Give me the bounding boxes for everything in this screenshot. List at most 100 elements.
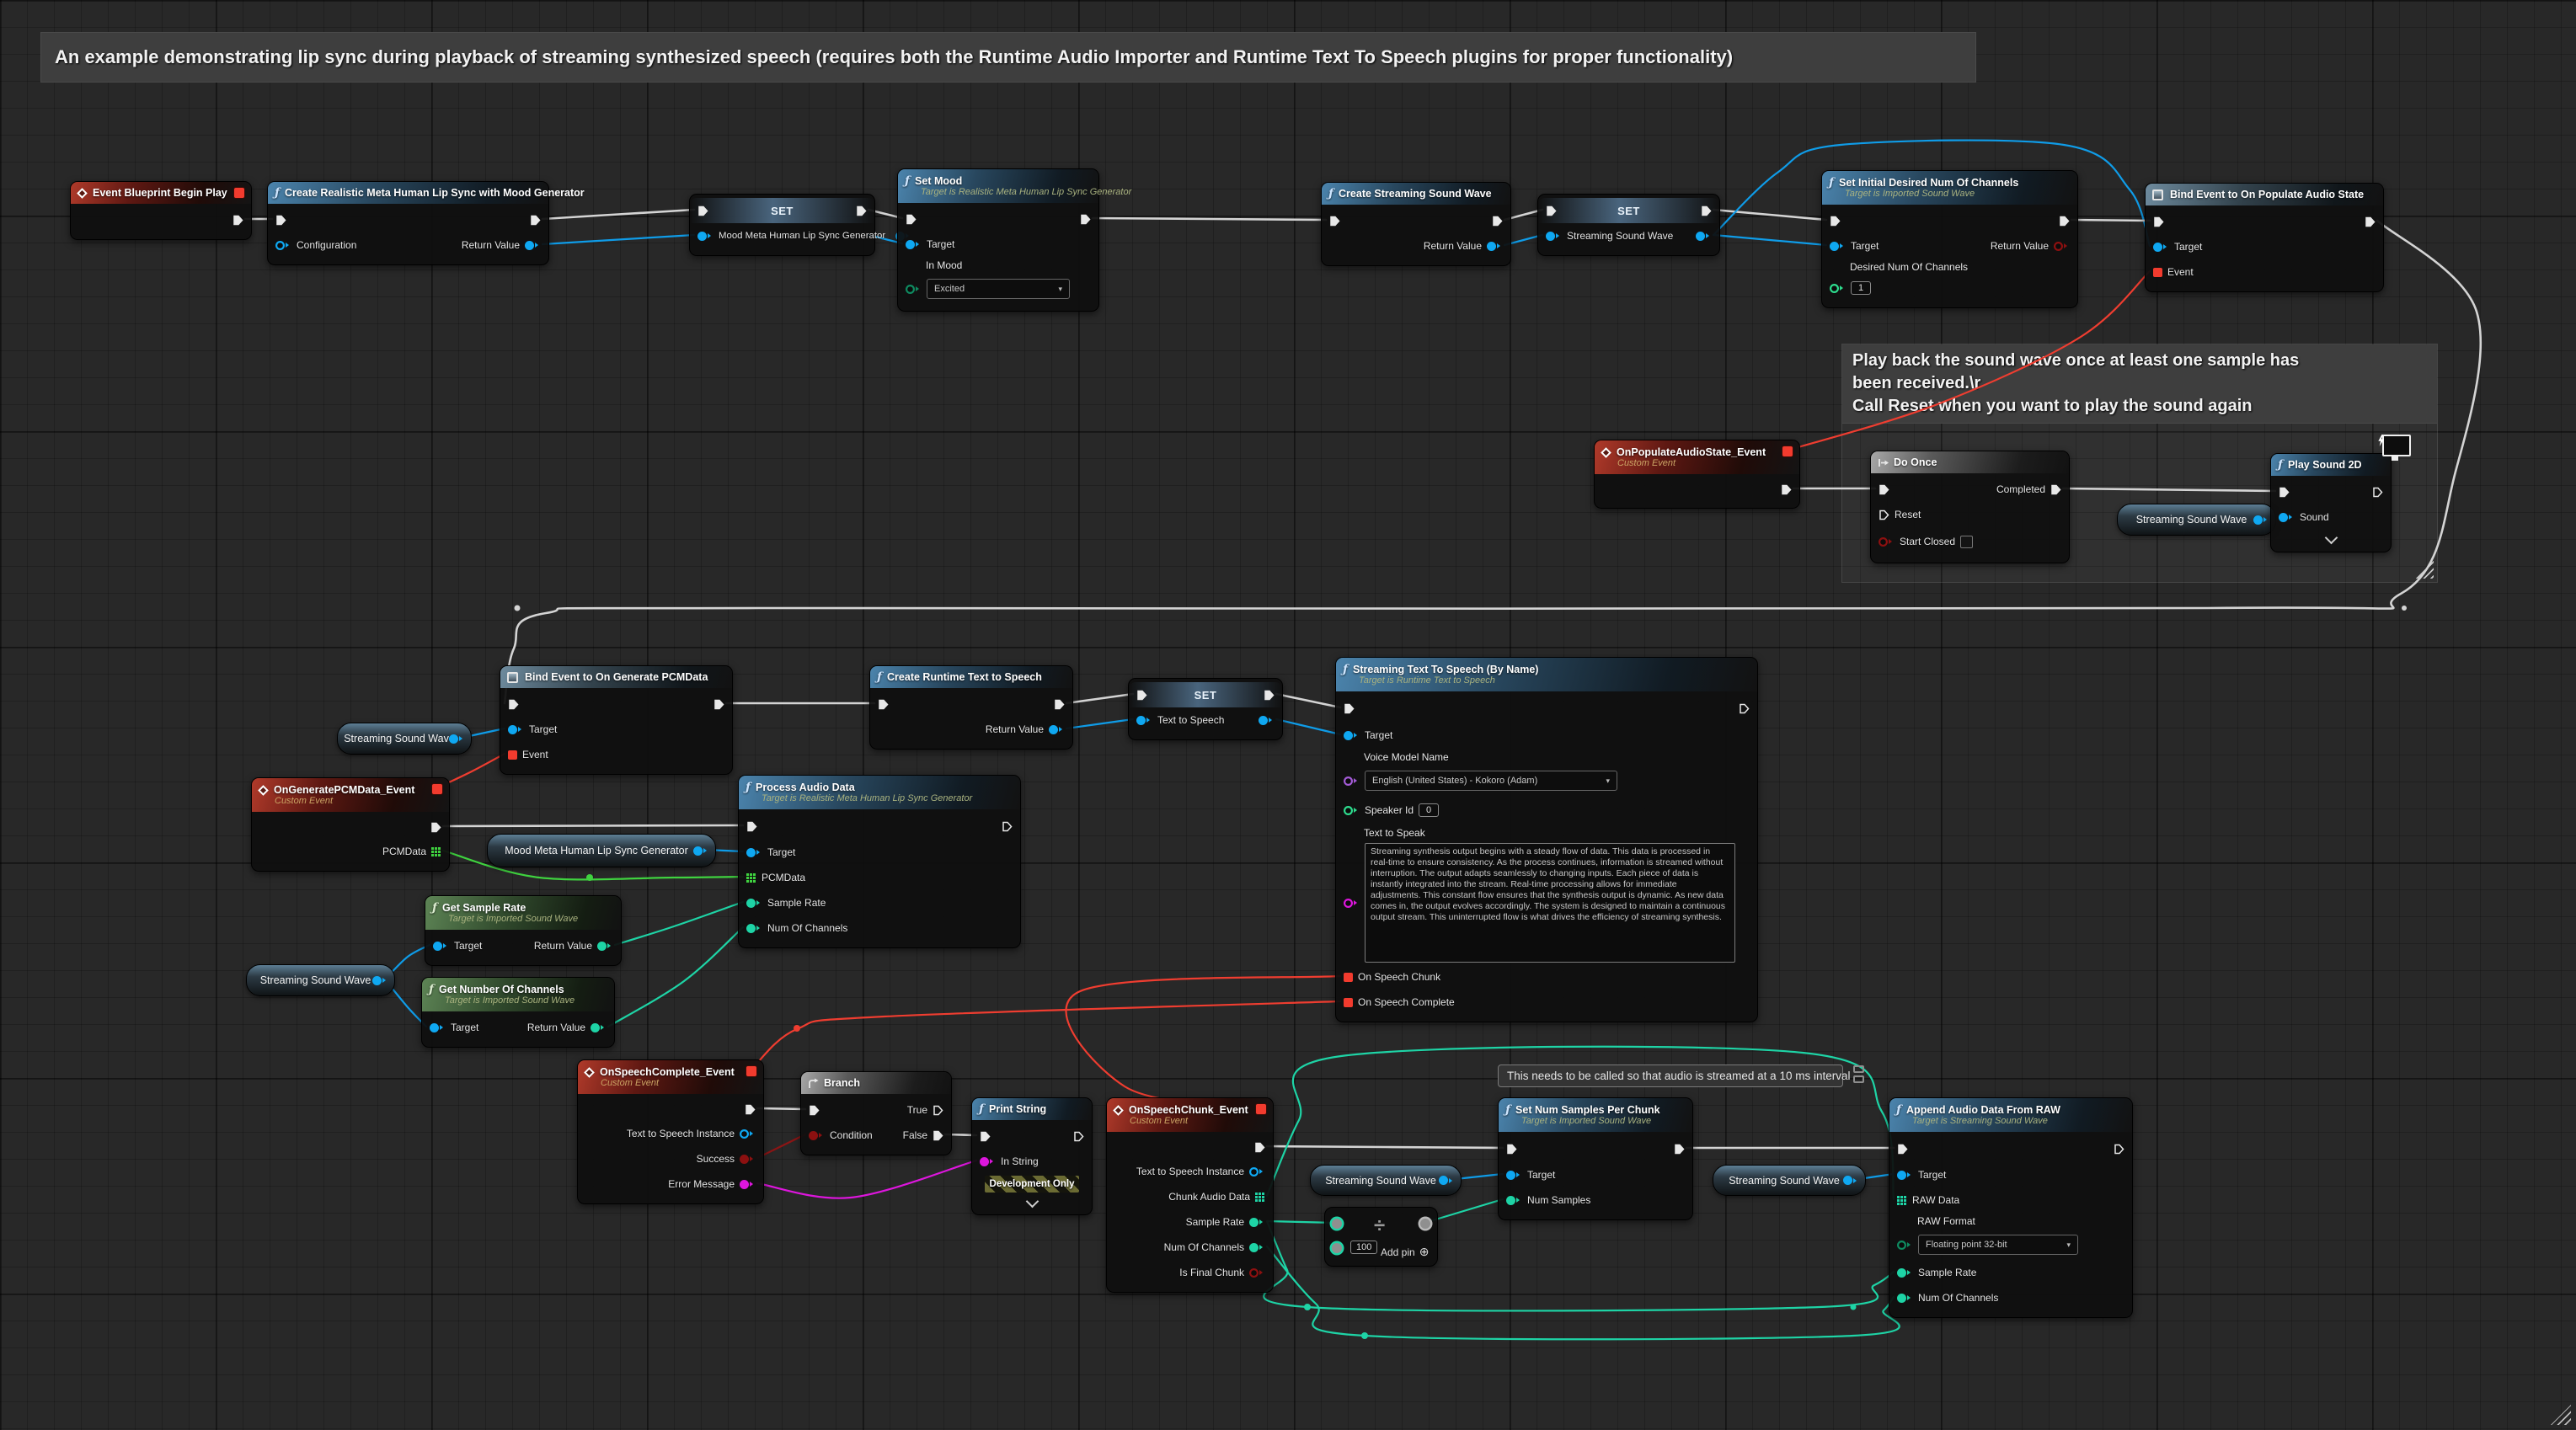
node-stts[interactable]: ƒStreaming Text To Speech (By Name)Targe… — [1335, 657, 1758, 1022]
variable-pill-p4[interactable]: Streaming Sound Wave — [1310, 1165, 1462, 1196]
pin-execout[interactable] — [1002, 821, 1013, 832]
pin-in2[interactable] — [1332, 1243, 1342, 1253]
pin-complete[interactable] — [1344, 998, 1353, 1007]
chevron-down-icon[interactable] — [2324, 531, 2338, 544]
pin-rv[interactable] — [1049, 725, 1065, 734]
pin-numch[interactable] — [746, 924, 762, 933]
pin-exec[interactable] — [1830, 216, 1841, 227]
pin-rawdata[interactable] — [1897, 1196, 1907, 1205]
pin-target[interactable] — [1830, 242, 1846, 251]
text-to-speak-box[interactable]: Streaming synthesis output begins with a… — [1365, 843, 1735, 963]
pin-inmood[interactable] — [906, 285, 922, 294]
pin-in1[interactable] — [1332, 1219, 1342, 1229]
pin-rv[interactable] — [591, 1023, 607, 1032]
pin-samplerate[interactable] — [1897, 1268, 1913, 1278]
dropdown[interactable]: English (United States) - Kokoro (Adam)▾ — [1365, 771, 1617, 791]
pin-rv[interactable] — [597, 942, 613, 951]
node-sssw[interactable]: SETStreaming Sound Wave — [1537, 194, 1720, 256]
pin-exec[interactable] — [878, 699, 889, 710]
pin-exec[interactable] — [2153, 216, 2164, 227]
wire-white[interactable] — [757, 1108, 805, 1109]
dropdown[interactable]: Excited▾ — [927, 279, 1070, 299]
pin-out[interactable] — [449, 734, 465, 744]
pin-execout[interactable] — [1739, 703, 1750, 714]
node-bpcm[interactable]: Bind Event to On Generate PCMDataTargetE… — [500, 665, 733, 775]
delegate-pin[interactable] — [1256, 1104, 1266, 1114]
pin-rv[interactable] — [525, 241, 541, 250]
add-pin-button[interactable]: Add pin⊕ — [1381, 1245, 1429, 1259]
pin-target[interactable] — [433, 942, 449, 951]
pin-chunk[interactable] — [1344, 973, 1353, 982]
wire-white[interactable] — [1066, 694, 1133, 703]
pin-false[interactable] — [933, 1130, 943, 1141]
pin-rv[interactable] — [2054, 242, 2070, 251]
pin-exec[interactable] — [1329, 216, 1340, 227]
pin-pcm[interactable] — [746, 873, 756, 883]
pin-exec[interactable] — [906, 214, 917, 225]
variable-pill-p2[interactable]: Streaming Sound Wave — [337, 723, 472, 755]
wire-magenta[interactable] — [757, 1161, 976, 1198]
pin-exec[interactable] — [1254, 1142, 1265, 1153]
pin-exec[interactable] — [2279, 487, 2290, 498]
wire-white[interactable] — [2071, 220, 2150, 221]
pin-exec[interactable] — [508, 699, 519, 710]
wire-blue[interactable] — [1713, 235, 1826, 245]
pin-exec[interactable] — [980, 1131, 991, 1142]
node-br[interactable]: BranchTrueConditionFalse — [800, 1071, 952, 1155]
pin-exec[interactable] — [746, 821, 757, 832]
variable-pill-pmood[interactable]: Mood Meta Human Lip Sync Generator — [487, 834, 716, 867]
pin-numsamples[interactable] — [1506, 1196, 1522, 1205]
variable-pill-p1[interactable]: Streaming Sound Wave — [2117, 504, 2276, 536]
node-donce[interactable]: Do OnceCompletedResetStart Closed — [1870, 451, 2070, 563]
delegate-pin[interactable] — [746, 1066, 756, 1076]
node-bep[interactable]: Bind Event to On Populate Audio StateTar… — [2145, 183, 2384, 292]
pin-true[interactable] — [933, 1105, 943, 1116]
node-echk[interactable]: OnSpeechChunk_EventCustom EventText to S… — [1106, 1097, 1274, 1293]
wire-blue[interactable] — [1276, 719, 1340, 734]
pin-samplerate[interactable] — [1249, 1218, 1265, 1227]
pin-speaker[interactable] — [1344, 806, 1360, 815]
pin-pcm[interactable] — [431, 847, 441, 856]
pin-execout[interactable] — [2114, 1144, 2124, 1155]
node-sidc[interactable]: ƒSet Initial Desired Num Of ChannelsTarg… — [1821, 170, 2078, 308]
pin-cond[interactable] — [809, 1131, 825, 1140]
pin-config[interactable] — [275, 241, 291, 250]
node-araw[interactable]: ƒAppend Audio Data From RAWTarget is Str… — [1889, 1097, 2133, 1318]
pin-exec[interactable] — [1080, 214, 1091, 225]
pin-out[interactable] — [372, 976, 388, 985]
node-gsr[interactable]: ƒGet Sample RateTarget is Imported Sound… — [425, 895, 622, 966]
node-cssw[interactable]: ƒCreate Streaming Sound WaveReturn Value — [1321, 182, 1511, 266]
wire-white[interactable] — [2063, 488, 2275, 491]
pin-exec[interactable] — [745, 1104, 756, 1115]
pin-startclosed[interactable] — [1879, 537, 1895, 547]
pin-inst[interactable] — [740, 1129, 756, 1139]
pin-var[interactable] — [697, 232, 713, 241]
pin-exec[interactable] — [232, 215, 243, 226]
checkbox[interactable] — [1960, 536, 1973, 548]
pin-numch[interactable] — [1897, 1294, 1913, 1303]
node-gnc[interactable]: ƒGet Number Of ChannelsTarget is Importe… — [421, 977, 615, 1048]
pin-rawformat[interactable] — [1897, 1241, 1913, 1250]
node-smv[interactable]: SETMood Meta Human Lip Sync Generator — [689, 194, 875, 256]
pin-var[interactable] — [1259, 716, 1275, 725]
pin-target[interactable] — [746, 848, 762, 857]
pin-out[interactable] — [1420, 1219, 1430, 1229]
pin-exec[interactable] — [275, 215, 286, 226]
node-div[interactable]: ÷100Add pin⊕ — [1324, 1207, 1438, 1267]
blueprint-graph[interactable]: An example demonstrating lip sync during… — [0, 0, 2576, 1430]
pin-var[interactable] — [1546, 232, 1562, 241]
pin-reset[interactable] — [1879, 510, 1889, 520]
pin-num[interactable] — [1830, 284, 1846, 293]
pin-comment-icon[interactable] — [1853, 1065, 1864, 1073]
pin-exec[interactable] — [1054, 699, 1065, 710]
pin-target[interactable] — [508, 725, 524, 734]
pin-execout[interactable] — [1073, 1131, 1084, 1142]
pin-numch[interactable] — [1249, 1243, 1265, 1252]
pin-exec[interactable] — [1781, 484, 1792, 495]
delegate-pin[interactable] — [234, 188, 244, 198]
pin-exec[interactable] — [430, 822, 441, 833]
pin-exec[interactable] — [1879, 484, 1889, 495]
wire-blue[interactable] — [1066, 719, 1133, 728]
dropdown[interactable]: Floating point 32-bit▾ — [1918, 1235, 2078, 1255]
value-field[interactable]: 1 — [1851, 281, 1871, 295]
